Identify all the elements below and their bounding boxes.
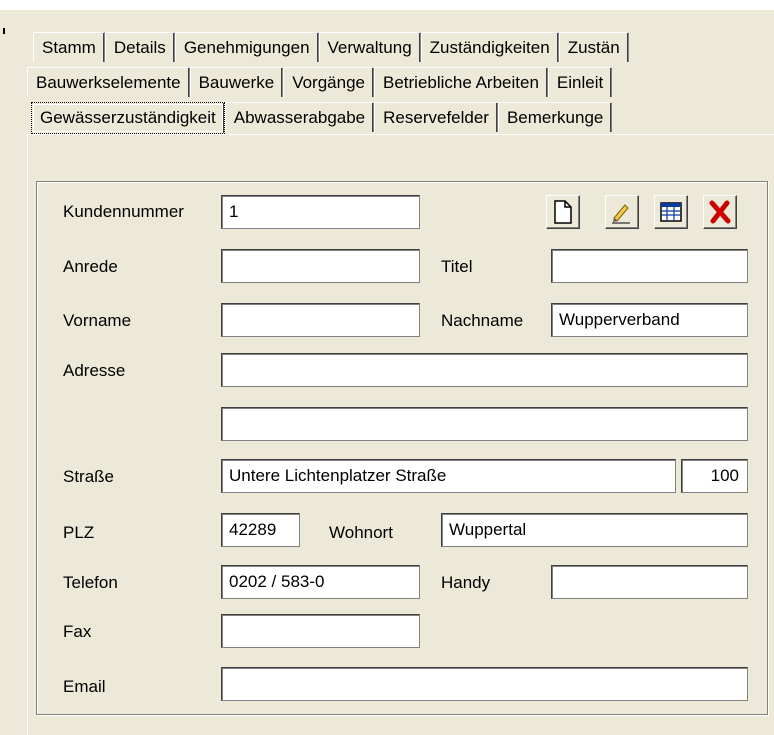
plz-field[interactable]: 42289 xyxy=(221,513,300,547)
label-fax: Fax xyxy=(63,622,92,641)
label-telefon: Telefon xyxy=(63,573,118,592)
label-strasse: Straße xyxy=(63,467,115,486)
new-button[interactable] xyxy=(546,195,580,229)
top-strip xyxy=(0,0,774,10)
tab-bemerkungen-truncated[interactable]: Bemerkunge xyxy=(497,102,613,132)
tab-vorgaenge[interactable]: Vorgänge xyxy=(283,67,374,97)
label-adresse: Adresse xyxy=(63,361,126,380)
window-edge-tick xyxy=(3,28,5,34)
edit-button[interactable] xyxy=(605,195,639,229)
tab-reservefelder[interactable]: Reservefelder xyxy=(374,102,498,132)
label-wohnort: Wohnort xyxy=(329,523,393,542)
tab-gewaesserzustaendigkeit[interactable]: Gewässerzuständigkeit xyxy=(31,102,225,134)
fax-field[interactable] xyxy=(221,614,420,648)
strasse-field[interactable]: Untere Lichtenplatzer Straße xyxy=(221,459,676,493)
titel-field[interactable] xyxy=(551,249,748,283)
tab-bauwerke[interactable]: Bauwerke xyxy=(189,67,284,97)
tab-details[interactable]: Details xyxy=(104,32,175,62)
new-document-icon xyxy=(554,200,572,224)
tab-zustaen-truncated[interactable]: Zustän xyxy=(558,32,629,62)
edit-icon xyxy=(612,204,630,224)
tab-abwasserabgabe[interactable]: Abwasserabgabe xyxy=(224,102,375,132)
adresse-field-2[interactable] xyxy=(221,407,748,441)
vorname-field[interactable] xyxy=(221,303,420,337)
email-field[interactable] xyxy=(221,667,748,701)
label-nachname: Nachname xyxy=(441,311,524,330)
delete-button[interactable] xyxy=(703,195,737,229)
label-plz: PLZ xyxy=(63,523,95,542)
tab-genehmigungen[interactable]: Genehmigungen xyxy=(174,32,319,62)
nachname-field[interactable]: Wupperverband xyxy=(551,303,748,337)
delete-icon xyxy=(709,200,731,224)
hausnummer-field[interactable]: 100 xyxy=(681,459,748,493)
tab-stamm[interactable]: Stamm xyxy=(33,32,105,62)
handy-field[interactable] xyxy=(551,565,748,599)
table-button[interactable] xyxy=(654,195,688,229)
tab-einleit-truncated[interactable]: Einleit xyxy=(547,67,613,97)
tab-verwaltung[interactable]: Verwaltung xyxy=(318,32,421,62)
tab-bauwerkselemente[interactable]: Bauwerkselemente xyxy=(27,67,190,97)
kundennummer-field[interactable]: 1 xyxy=(221,195,420,229)
anrede-field[interactable] xyxy=(221,249,420,283)
label-kundennummer: Kundennummer xyxy=(63,202,184,221)
adresse-field-1[interactable] xyxy=(221,353,748,387)
tab-row-3: Gewässerzuständigkeit Abwasserabgabe Res… xyxy=(31,102,613,134)
label-handy: Handy xyxy=(441,573,491,592)
tab-betriebliche-arbeiten[interactable]: Betriebliche Arbeiten xyxy=(373,67,548,97)
label-vorname: Vorname xyxy=(63,311,132,330)
tab-row-2: Bauwerkselemente Bauwerke Vorgänge Betri… xyxy=(27,67,613,97)
wohnort-field[interactable]: Wuppertal xyxy=(441,513,748,547)
tab-zustaendigkeiten[interactable]: Zuständigkeiten xyxy=(420,32,559,62)
telefon-field[interactable]: 0202 / 583-0 xyxy=(221,565,420,599)
label-anrede: Anrede xyxy=(63,257,118,276)
tab-row-1: Stamm Details Genehmigungen Verwaltung Z… xyxy=(33,32,629,62)
label-email: Email xyxy=(63,677,106,696)
table-icon xyxy=(660,202,682,222)
label-titel: Titel xyxy=(441,257,473,276)
